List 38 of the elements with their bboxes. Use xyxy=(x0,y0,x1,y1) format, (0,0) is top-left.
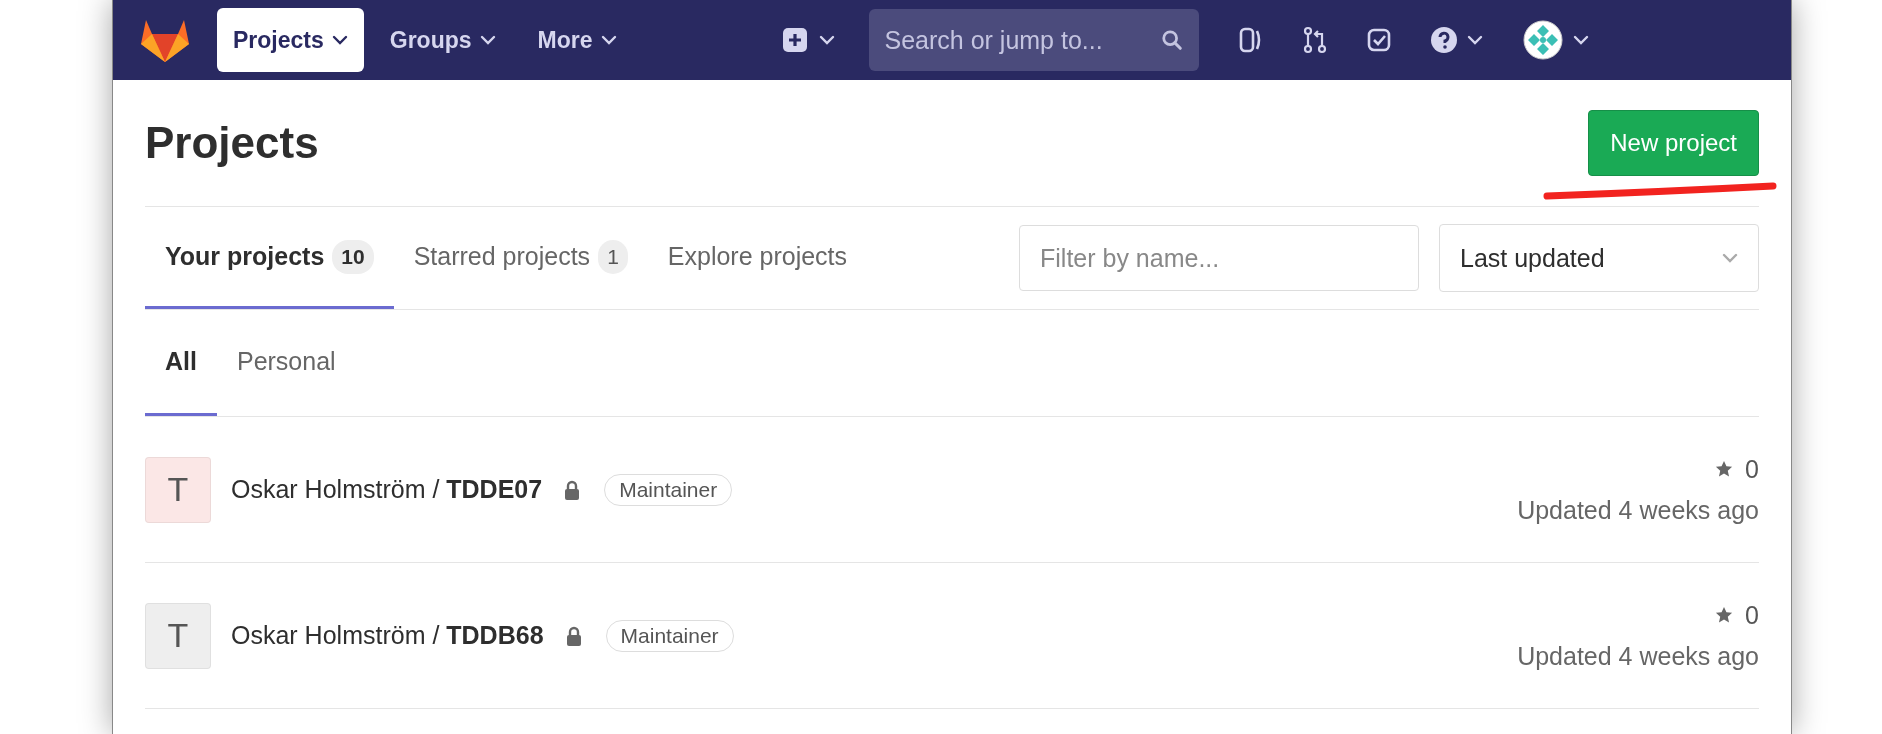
caret-icon xyxy=(331,35,348,45)
project-avatar: T xyxy=(145,456,211,523)
project-tab[interactable]: Starred projects 1 xyxy=(393,207,648,309)
todo-checkbox-icon[interactable] xyxy=(1366,28,1391,52)
nav-menu-item[interactable]: Groups xyxy=(373,8,512,72)
filter-tab[interactable]: All xyxy=(145,310,217,416)
caret-icon[interactable] xyxy=(818,35,835,45)
caret-icon xyxy=(600,35,617,45)
nav-menu-item[interactable]: More xyxy=(521,8,633,72)
star-icon[interactable] xyxy=(1715,460,1734,478)
project-tab[interactable]: Explore projects xyxy=(647,207,868,309)
star-count: 0 xyxy=(1745,600,1759,630)
count-badge: 10 xyxy=(332,239,374,274)
help-icon[interactable] xyxy=(1430,27,1457,53)
star-count: 0 xyxy=(1745,454,1759,484)
project-tab[interactable]: Your projects 10 xyxy=(145,207,394,309)
updated-time: Updated 4 weeks ago xyxy=(1517,495,1759,525)
caret-icon[interactable] xyxy=(1466,35,1483,45)
sort-dropdown[interactable]: Last updated xyxy=(1439,224,1759,292)
project-name-link[interactable]: Oskar Holmström / TDDB68 xyxy=(231,621,544,650)
project-name-link[interactable]: Oskar Holmström / TDDE07 xyxy=(231,475,543,504)
project-avatar: T xyxy=(145,602,211,669)
star-icon[interactable] xyxy=(1715,606,1734,624)
count-badge: 1 xyxy=(598,239,628,274)
filter-field[interactable]: Filter by name... xyxy=(1019,225,1419,291)
search-field[interactable]: Search or jump to... xyxy=(868,9,1199,71)
caret-icon xyxy=(479,35,496,45)
page-title: Projects xyxy=(145,118,319,168)
search-icon xyxy=(1160,29,1183,51)
plus-square-icon[interactable] xyxy=(782,28,807,52)
user-avatar[interactable] xyxy=(1522,20,1563,60)
caret-icon[interactable] xyxy=(1572,35,1589,45)
caret-icon xyxy=(1722,253,1738,263)
merge-request-icon[interactable] xyxy=(1302,26,1327,54)
updated-time: Updated 4 weeks ago xyxy=(1517,641,1759,671)
filter-tab[interactable]: Personal xyxy=(216,310,356,416)
nav-menu-item[interactable]: Projects xyxy=(217,8,364,72)
fox-logo[interactable] xyxy=(141,18,189,62)
